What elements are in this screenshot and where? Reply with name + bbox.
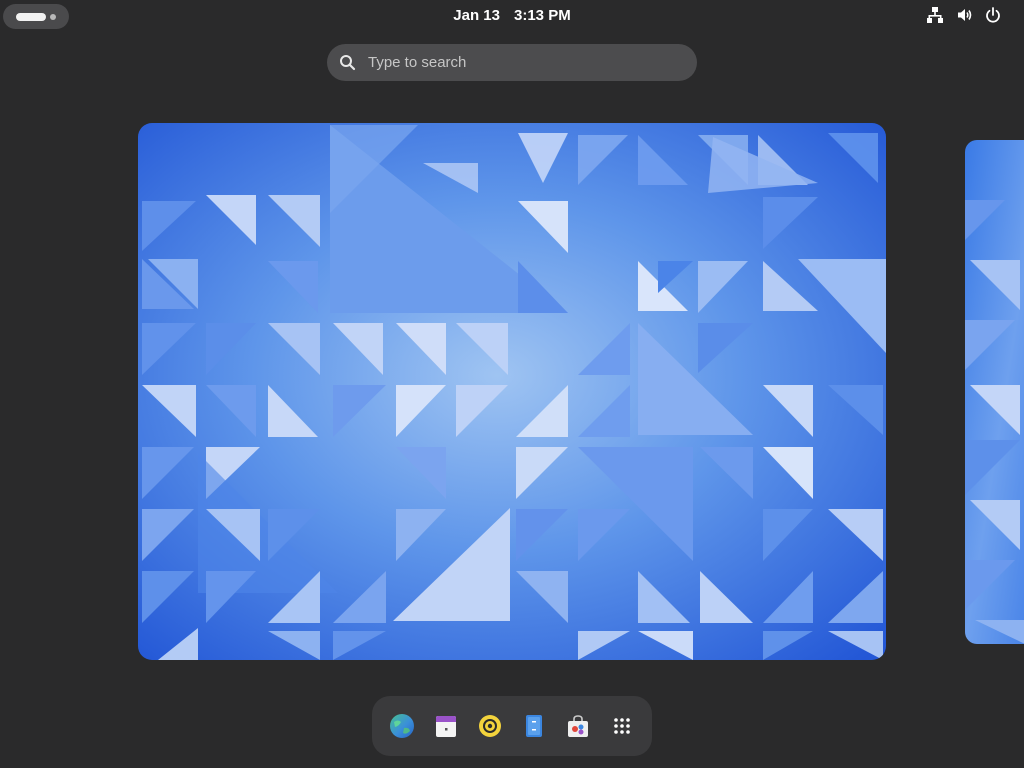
globe-icon [390, 714, 414, 738]
app-grid-icon [614, 718, 630, 734]
search-icon [340, 55, 356, 71]
search-placeholder: Type to search [368, 54, 467, 71]
volume-icon [958, 9, 972, 21]
next-workspace-thumbnail[interactable] [965, 140, 1024, 644]
time-label[interactable]: 3:13 PM [514, 7, 571, 24]
dash-item-software-store[interactable] [562, 710, 594, 742]
dash [372, 696, 652, 756]
power-icon [986, 7, 1000, 23]
clock: Jan 13 3:13 PM [0, 0, 1024, 32]
dash-item-calendar[interactable] [430, 710, 462, 742]
dash-item-web-browser[interactable] [386, 710, 418, 742]
wallpaper-image [138, 123, 886, 660]
network-wired-icon [927, 7, 943, 23]
dash-item-show-apps[interactable] [606, 710, 638, 742]
shopping-bag-icon [568, 715, 588, 737]
search-field[interactable]: Type to search [327, 44, 697, 81]
activities-button[interactable] [3, 4, 69, 29]
disc-icon [479, 715, 501, 737]
dash-item-file-manager[interactable] [518, 710, 550, 742]
files-icon [526, 715, 542, 737]
dash-item-music-player[interactable] [474, 710, 506, 742]
active-workspace-indicator [16, 13, 46, 21]
top-bar: Jan 13 3:13 PM [0, 0, 1024, 32]
workspace-thumbnail[interactable] [138, 123, 886, 660]
date-label[interactable]: Jan 13 [453, 7, 500, 24]
wallpaper-image [965, 140, 1024, 644]
inactive-workspace-indicator [50, 14, 56, 20]
calendar-icon [436, 716, 456, 737]
